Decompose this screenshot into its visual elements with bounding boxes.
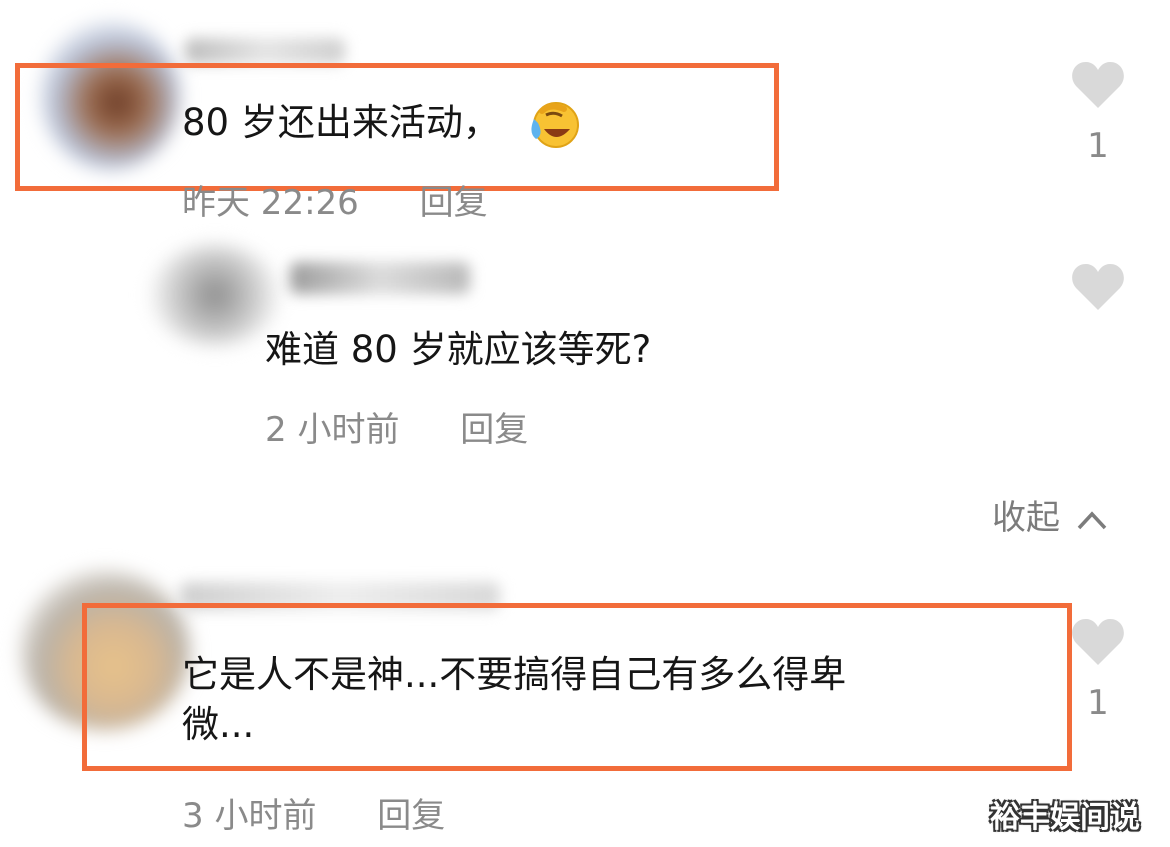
username-blurred[interactable] [185, 38, 345, 64]
comment-time: 昨天 22:26 [182, 183, 359, 223]
like-button[interactable] [1070, 262, 1126, 316]
laughing-crying-emoji-icon [524, 99, 582, 151]
watermark: 裕丰娱间说 [990, 800, 1140, 835]
collapse-replies-button[interactable]: 收起 [992, 490, 1109, 539]
comment-time: 3 小时前 [182, 796, 317, 836]
comment-text: 它是人不是神...不要搞得自己有多么得卑 微... [182, 650, 846, 750]
comment-meta: 2 小时前 回复 [265, 402, 528, 451]
reply-button[interactable]: 回复 [377, 788, 445, 837]
reply-button[interactable]: 回复 [460, 402, 528, 451]
avatar[interactable] [150, 245, 280, 345]
like-button[interactable]: 1 [1070, 60, 1126, 166]
heart-icon [1072, 62, 1124, 108]
comment-text: 难道 80 岁就应该等死? [265, 328, 652, 371]
like-button[interactable]: 1 [1070, 617, 1126, 723]
heart-icon [1072, 264, 1124, 310]
heart-icon [1072, 619, 1124, 665]
comment-text: 80 岁还出来活动， [182, 98, 582, 151]
chevron-up-icon [1077, 510, 1107, 529]
reply-button[interactable]: 回复 [420, 175, 488, 224]
comment-time: 2 小时前 [265, 410, 400, 450]
like-count: 1 [1087, 683, 1109, 723]
collapse-label: 收起 [992, 498, 1060, 538]
like-count: 1 [1087, 126, 1109, 166]
comment-meta: 昨天 22:26 回复 [182, 175, 488, 224]
comment-text-line: 它是人不是神...不要搞得自己有多么得卑 [182, 653, 847, 696]
comment-text-line: 微... [182, 703, 255, 746]
comment-meta: 3 小时前 回复 [182, 788, 445, 837]
username-blurred[interactable] [290, 262, 470, 294]
